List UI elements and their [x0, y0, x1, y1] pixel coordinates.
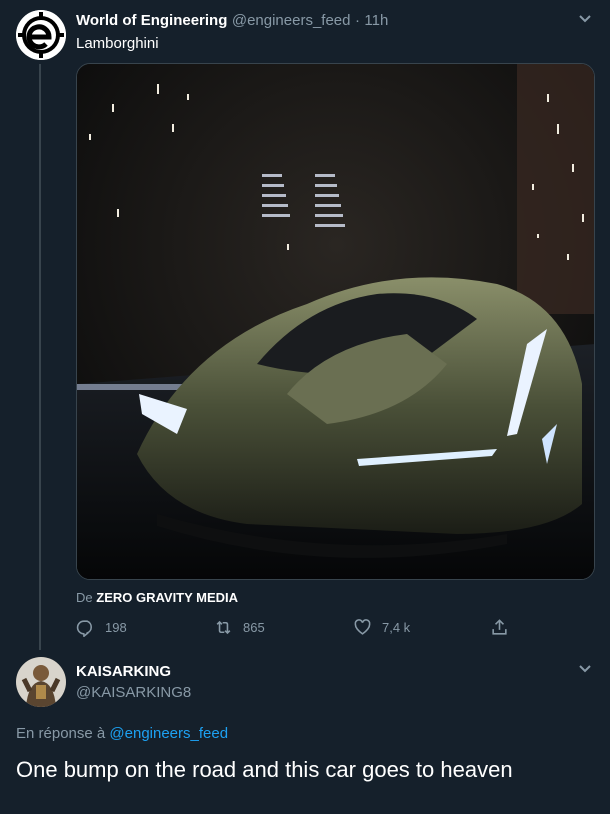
media-credit-prefix: De	[76, 590, 93, 605]
author-handle[interactable]: @engineers_feed	[232, 12, 351, 29]
author-avatar[interactable]	[16, 10, 66, 60]
like-button[interactable]: 7,4 k	[353, 618, 410, 637]
reply-author-name[interactable]: KAISARKING	[76, 663, 171, 680]
more-chevron-icon[interactable]	[576, 660, 594, 678]
reply-text: One bump on the road and this car goes t…	[16, 757, 513, 782]
engineering-logo-icon	[16, 10, 66, 60]
reply-count: 198	[105, 620, 127, 635]
reply-icon	[76, 620, 92, 637]
media-credit-name[interactable]: ZERO GRAVITY MEDIA	[96, 590, 238, 605]
replying-to-prefix: En réponse à	[16, 725, 106, 742]
tweet-time[interactable]: 11h	[364, 12, 388, 29]
retweet-count: 865	[243, 620, 265, 635]
share-icon	[492, 619, 507, 635]
car-video-frame	[77, 64, 594, 579]
tweet-header: World of Engineering @engineers_feed · 1…	[76, 12, 388, 30]
more-chevron-icon[interactable]	[576, 10, 594, 28]
retweet-button[interactable]: 865	[214, 618, 265, 637]
author-name[interactable]: World of Engineering	[76, 12, 227, 29]
reply-button[interactable]: 198	[76, 618, 127, 637]
reply-author-avatar[interactable]	[16, 657, 66, 707]
avatar-image	[16, 657, 66, 707]
tweet-video[interactable]	[76, 63, 595, 580]
retweet-icon	[216, 620, 231, 635]
tweet-text: Lamborghini	[76, 35, 159, 52]
like-count: 7,4 k	[382, 620, 411, 635]
thread-connector-line	[39, 64, 41, 650]
like-icon	[354, 619, 371, 635]
media-credit: De ZERO GRAVITY MEDIA	[76, 590, 238, 605]
reply-author-handle[interactable]: @KAISARKING8	[76, 684, 191, 701]
replying-to: En réponse à @engineers_feed	[16, 725, 228, 742]
share-button[interactable]	[490, 618, 519, 637]
replying-to-handle-link[interactable]: @engineers_feed	[109, 725, 228, 742]
separator: ·	[354, 12, 360, 29]
